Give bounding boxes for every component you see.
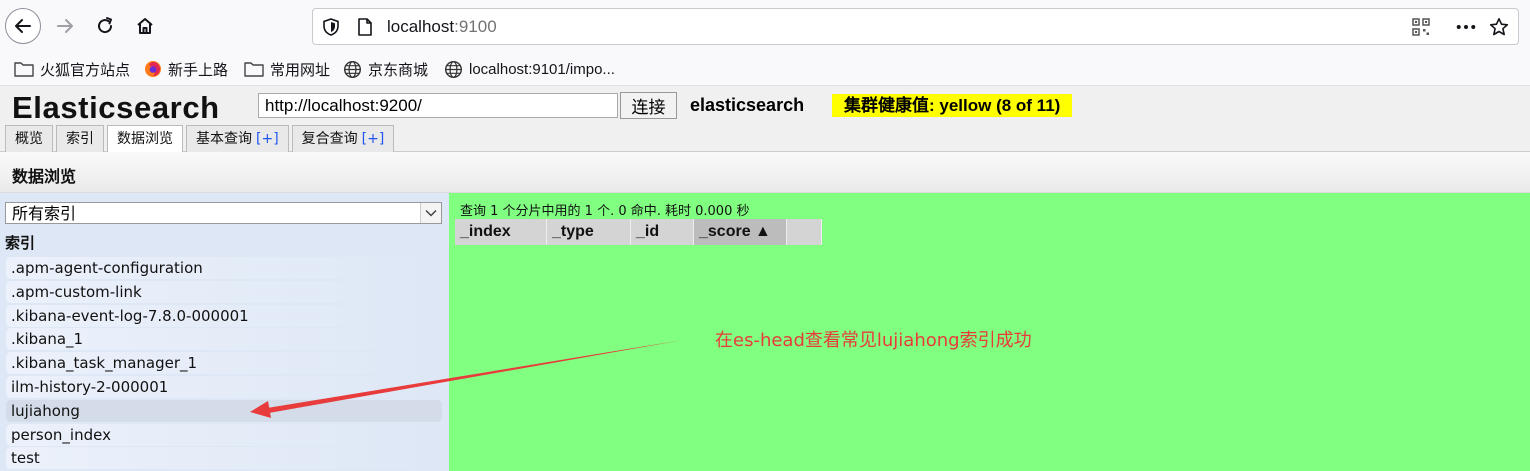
column-header-id[interactable]: _id xyxy=(631,219,694,245)
more-options-icon[interactable] xyxy=(1456,17,1476,37)
tab-label: 基本查询 xyxy=(196,131,252,147)
index-item[interactable]: .apm-custom-link xyxy=(6,280,442,303)
query-summary: 查询 1 个分片中用的 1 个. 0 命中. 耗时 0.000 秒 xyxy=(460,204,750,219)
tab-label: 索引 xyxy=(66,131,94,147)
browser-nav-bar: localhost:9100 xyxy=(0,0,1530,52)
reload-button[interactable] xyxy=(87,8,123,44)
section-header: 数据浏览 xyxy=(0,152,1530,193)
bookmark-label: 火狐官方站点 xyxy=(40,61,131,79)
connect-button[interactable]: 连接 xyxy=(620,92,677,119)
index-item[interactable]: person_index xyxy=(6,423,442,446)
es-head-header: Elasticsearch 连接 elasticsearch 集群健康值: ye… xyxy=(0,86,1530,153)
tab-bar: 概览 索引 数据浏览 基本查询 [+] 复合查询 [+] xyxy=(5,125,397,153)
index-list: .apm-agent-configuration .apm-custom-lin… xyxy=(6,257,442,471)
tab-label: 复合查询 xyxy=(301,131,358,147)
home-icon xyxy=(137,18,153,34)
globe-icon xyxy=(444,60,463,78)
column-header-score[interactable]: _score ▲ xyxy=(694,219,787,245)
bookmark-star-icon[interactable] xyxy=(1489,17,1509,37)
bookmark-label: 京东商城 xyxy=(368,61,429,79)
home-button[interactable] xyxy=(127,8,163,44)
tab-indices[interactable]: 索引 xyxy=(56,125,104,152)
tab-label: 数据浏览 xyxy=(117,131,173,147)
index-item[interactable]: .apm-agent-configuration xyxy=(6,257,442,279)
results-table-header: _index _type _id _score ▲ xyxy=(455,219,822,245)
column-header-filler xyxy=(787,219,822,245)
bookmark-item[interactable]: 火狐官方站点 xyxy=(14,59,130,79)
bookmark-label: 新手上路 xyxy=(168,61,229,79)
url-host: localhost xyxy=(387,17,455,36)
bookmark-item[interactable]: localhost:9101/impo... xyxy=(444,59,615,79)
reload-icon xyxy=(98,17,113,34)
shield-icon[interactable] xyxy=(321,17,341,37)
bookmark-item[interactable]: 新手上路 xyxy=(144,59,228,79)
tab-label: 概览 xyxy=(15,131,43,147)
bookmark-label: localhost:9101/impo... xyxy=(469,60,615,78)
section-title: 数据浏览 xyxy=(12,167,77,186)
app-title: Elasticsearch xyxy=(12,90,220,125)
bookmark-label: 常用网址 xyxy=(270,61,331,79)
cluster-health-badge: 集群健康值: yellow (8 of 11) xyxy=(832,94,1073,117)
tab-plus-link[interactable]: [+] xyxy=(362,131,385,147)
index-item[interactable]: .kibana_task_manager_1 xyxy=(6,352,442,375)
page-icon[interactable] xyxy=(356,17,374,37)
arrow-right-icon xyxy=(57,19,73,33)
index-list-heading: 索引 xyxy=(5,234,36,252)
tab-basic-query[interactable]: 基本查询 [+] xyxy=(186,125,289,152)
arrow-left-icon xyxy=(15,19,31,33)
index-select-value: 所有索引 xyxy=(12,204,77,223)
chevron-down-icon[interactable] xyxy=(420,203,441,223)
bookmark-item[interactable]: 常用网址 xyxy=(244,59,330,79)
qr-code-icon[interactable] xyxy=(1411,17,1431,37)
index-item-selected[interactable]: lujiahong xyxy=(6,399,442,422)
tab-browser[interactable]: 数据浏览 xyxy=(107,125,183,153)
column-header-index[interactable]: _index xyxy=(455,219,547,245)
index-item[interactable]: ilm-history-2-000001 xyxy=(6,375,442,398)
cluster-name: elasticsearch xyxy=(690,95,805,115)
tab-overview[interactable]: 概览 xyxy=(5,125,53,152)
index-item[interactable]: .kibana_1 xyxy=(6,328,442,351)
globe-icon xyxy=(343,60,362,78)
firefox-icon xyxy=(145,61,161,77)
tab-compound-query[interactable]: 复合查询 [+] xyxy=(291,125,395,152)
folder-icon xyxy=(14,62,34,77)
url-port: :9100 xyxy=(454,17,497,36)
back-button[interactable] xyxy=(5,8,41,44)
bookmarks-bar: 火狐官方站点 新手上路 常用网址 京东商城 localhost:9101/imp… xyxy=(0,52,1530,86)
index-item[interactable]: test xyxy=(6,447,442,470)
tab-plus-link[interactable]: [+] xyxy=(256,131,279,147)
forward-button[interactable] xyxy=(47,8,83,44)
folder-icon xyxy=(244,62,264,77)
bookmark-item[interactable]: 京东商城 xyxy=(343,59,428,79)
index-sidebar: 所有索引 索引 .apm-agent-configuration .apm-cu… xyxy=(0,193,449,471)
address-bar[interactable]: localhost:9100 xyxy=(312,8,1519,45)
cluster-url-input[interactable] xyxy=(258,93,618,118)
column-header-type[interactable]: _type xyxy=(547,219,631,245)
url-text: localhost:9100 xyxy=(387,17,497,37)
index-item[interactable]: .kibana-event-log-7.8.0-000001 xyxy=(6,304,442,327)
annotation-text: 在es-head查看常见lujiahong索引成功 xyxy=(715,330,1032,351)
index-select[interactable]: 所有索引 xyxy=(5,202,442,224)
